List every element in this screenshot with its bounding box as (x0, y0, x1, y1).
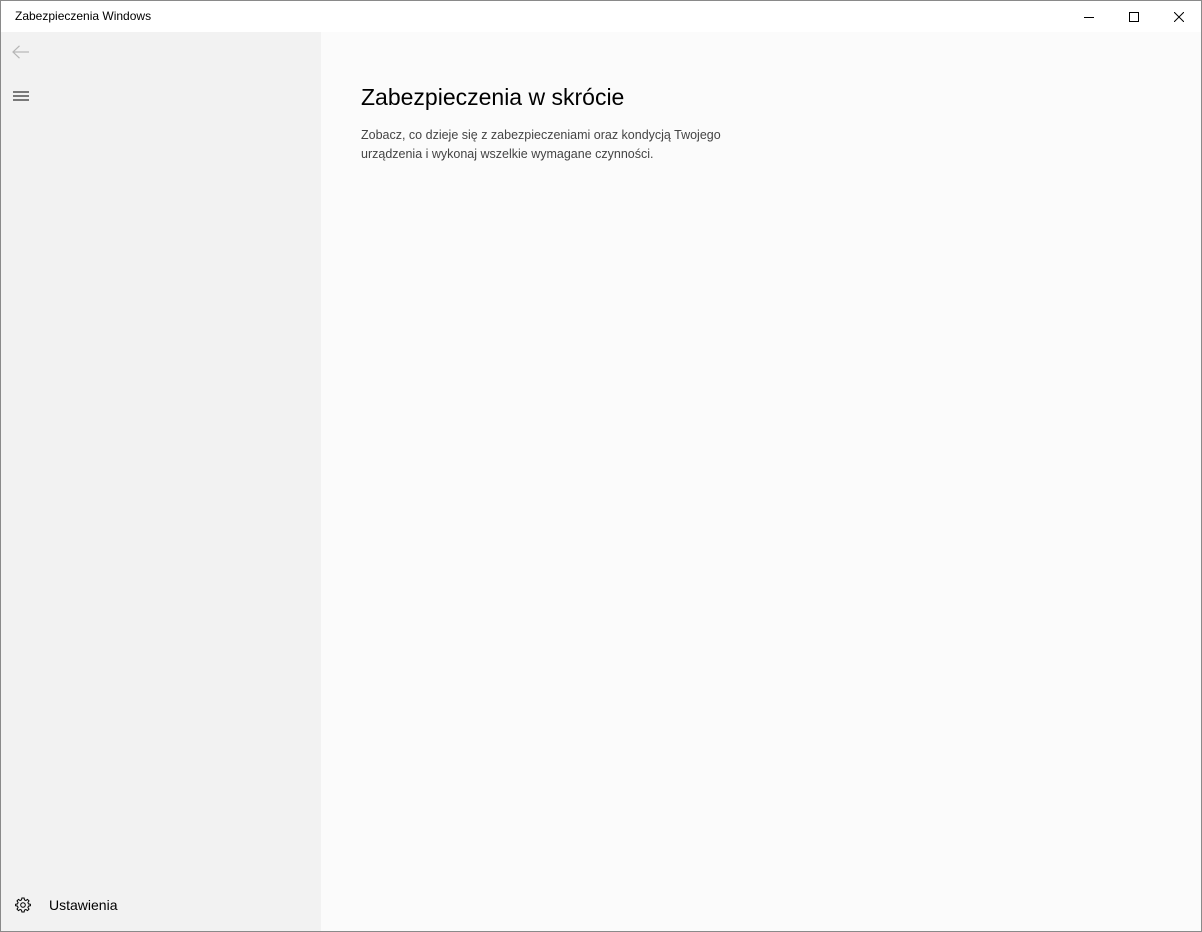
maximize-icon (1128, 11, 1139, 22)
minimize-icon (1083, 16, 1094, 18)
sidebar-item-settings[interactable]: Ustawienia (1, 885, 321, 925)
hamburger-menu-button[interactable] (1, 76, 41, 116)
maximize-button[interactable] (1111, 1, 1156, 32)
caption-buttons (1066, 1, 1201, 32)
app-window: Zabezpieczenia Windows Ustawienia Zabezp… (0, 0, 1202, 932)
arrow-left-icon (12, 45, 29, 59)
close-icon (1173, 11, 1184, 22)
sidebar-item-label: Ustawienia (49, 897, 118, 913)
main-content: Zabezpieczenia w skrócie Zobacz, co dzie… (321, 32, 1201, 931)
gear-icon (1, 885, 45, 925)
window-title: Zabezpieczenia Windows (15, 9, 152, 23)
page-title: Zabezpieczenia w skrócie (361, 84, 625, 110)
minimize-button[interactable] (1066, 1, 1111, 32)
title-bar[interactable]: Zabezpieczenia Windows (1, 1, 1201, 32)
navigation-sidebar: Ustawienia (1, 32, 321, 931)
hamburger-menu-icon (13, 91, 29, 101)
back-button[interactable] (1, 32, 41, 72)
page-description: Zobacz, co dzieje się z zabezpieczeniami… (361, 128, 721, 161)
close-button[interactable] (1156, 1, 1201, 32)
